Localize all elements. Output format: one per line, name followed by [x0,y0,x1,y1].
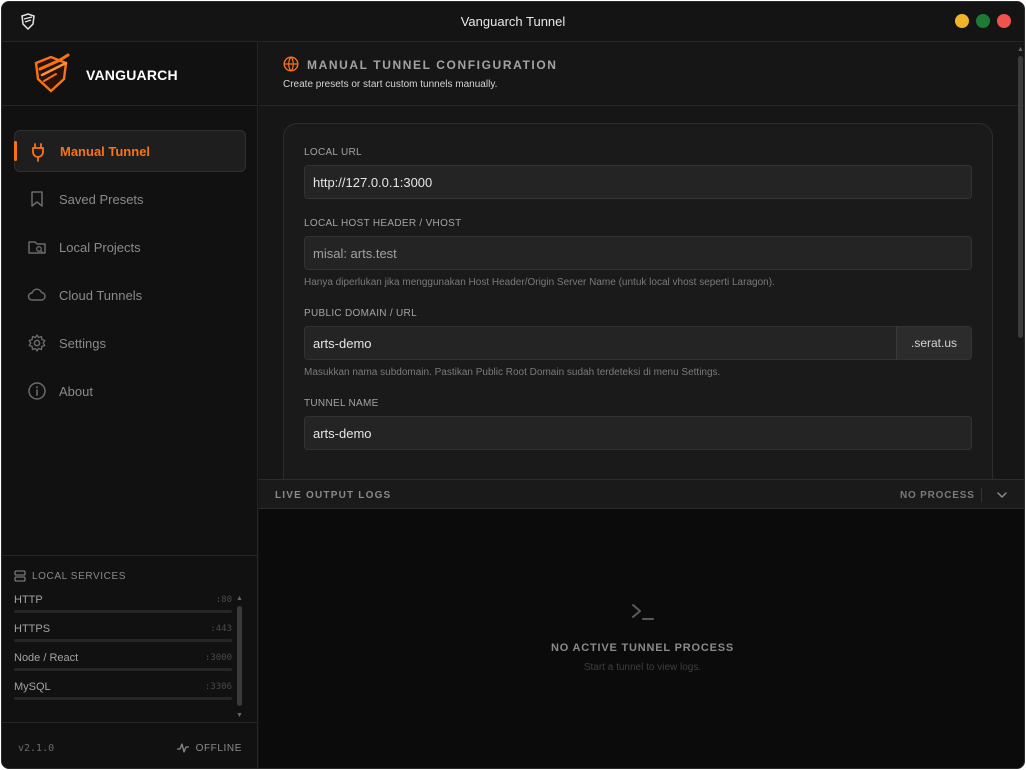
empty-logs-title: NO ACTIVE TUNNEL PROCESS [551,642,734,654]
brand: VANGUARCH [2,42,258,106]
sidebar-item-label: Manual Tunnel [60,143,151,159]
empty-logs-subtitle: Start a tunnel to view logs. [583,662,702,673]
close-button[interactable] [997,14,1011,28]
logs-header: LIVE OUTPUT LOGS NO PROCESS [259,479,1024,509]
server-icon [14,570,26,582]
local-services-title: LOCAL SERVICES [14,570,126,582]
sidebar-item-label: Cloud Tunnels [59,287,143,303]
main-scrollbar[interactable] [1018,56,1023,338]
config-scroll-area: LOCAL URL LOCAL HOST HEADER / VHOST Hany… [259,107,1024,479]
main-panel: MANUAL TUNNEL CONFIGURATION Create prese… [259,42,1024,768]
main-scroll-up-icon[interactable]: ▲ [1017,46,1024,53]
logs-output: NO ACTIVE TUNNEL PROCESS Start a tunnel … [259,509,1024,768]
info-icon [28,382,46,400]
sidebar-item-about[interactable]: About [14,370,246,412]
service-bar [14,610,232,613]
service-bar [14,697,232,700]
services-scroll-up-icon[interactable]: ▲ [236,595,243,602]
service-name: Node / React [14,652,79,664]
tunnel-name-label: TUNNEL NAME [304,398,379,409]
sidebar-item-label: Saved Presets [59,191,144,207]
terminal-icon [632,604,654,620]
chevron-down-icon[interactable] [995,488,1009,502]
logs-title: LIVE OUTPUT LOGS [275,490,392,501]
cloud-icon [27,288,46,301]
sidebar-footer: v2.1.0 OFFLINE [2,722,258,768]
service-bar [14,668,232,671]
sidebar: VANGUARCH Manual Tunnel Saved Presets Lo… [2,42,258,768]
sidebar-item-local-projects[interactable]: Local Projects [14,226,246,268]
service-row-node: Node / React :3000 [14,650,232,679]
service-row-https: HTTPS :443 [14,621,232,650]
page-subtitle: Create presets or start custom tunnels m… [283,79,498,90]
gear-icon [28,334,46,352]
config-card: LOCAL URL LOCAL HOST HEADER / VHOST Hany… [283,123,993,479]
host-header-label: LOCAL HOST HEADER / VHOST [304,218,462,229]
public-domain-input[interactable] [304,326,897,360]
status-label: OFFLINE [195,742,242,754]
local-url-input[interactable] [304,165,972,199]
app-version: v2.1.0 [18,743,55,754]
globe-icon [283,56,299,72]
sidebar-nav: Manual Tunnel Saved Presets Local Projec… [14,130,246,418]
services-scrollbar[interactable] [237,606,242,706]
app-window: Vanguarch Tunnel VANGUARCH Manual Tunnel [1,1,1025,769]
minimize-button[interactable] [955,14,969,28]
page-header: MANUAL TUNNEL CONFIGURATION Create prese… [259,42,1024,106]
vanguarch-logo-icon [34,53,70,93]
maximize-button[interactable] [976,14,990,28]
domain-suffix: .serat.us [896,326,972,360]
local-url-label: LOCAL URL [304,147,362,158]
plug-icon [32,143,44,162]
service-port: :3306 [204,682,232,692]
page-title: MANUAL TUNNEL CONFIGURATION [307,58,558,72]
public-domain-help: Masukkan nama subdomain. Pastikan Public… [304,367,721,378]
service-bar [14,639,232,642]
sidebar-item-manual-tunnel[interactable]: Manual Tunnel [14,130,246,172]
service-name: MySQL [14,681,51,693]
sidebar-item-label: Settings [59,335,106,351]
host-header-input[interactable] [304,236,972,270]
sidebar-item-saved-presets[interactable]: Saved Presets [14,178,246,220]
connection-status: OFFLINE [176,742,242,754]
window-title: Vanguarch Tunnel [460,14,566,29]
public-domain-label: PUBLIC DOMAIN / URL [304,308,417,319]
service-port: :443 [210,624,232,634]
folder-search-icon [28,241,46,254]
services-scroll-down-icon[interactable]: ▼ [236,712,243,719]
service-port: :80 [215,595,232,605]
service-row-mysql: MySQL :3306 [14,679,232,708]
sidebar-item-label: About [59,383,93,399]
host-header-help: Hanya diperlukan jika menggunakan Host H… [304,277,775,288]
service-port: :3000 [204,653,232,663]
titlebar: Vanguarch Tunnel [2,2,1024,42]
sidebar-item-settings[interactable]: Settings [14,322,246,364]
local-services-panel: LOCAL SERVICES HTTP :80 HTTPS :443 Node … [2,555,258,721]
activity-icon [176,743,189,753]
brand-name: VANGUARCH [86,67,178,83]
tunnel-name-input[interactable] [304,416,972,450]
service-name: HTTPS [14,623,51,635]
sidebar-item-cloud-tunnels[interactable]: Cloud Tunnels [14,274,246,316]
service-name: HTTP [14,594,43,606]
bookmark-icon [31,191,43,207]
logs-status: NO PROCESS [900,490,975,501]
service-row-http: HTTP :80 [14,592,232,621]
logs-divider [981,488,982,502]
services-list: HTTP :80 HTTPS :443 Node / React :3000 M… [14,592,232,710]
sidebar-item-label: Local Projects [59,239,141,255]
local-services-label: LOCAL SERVICES [32,570,126,582]
